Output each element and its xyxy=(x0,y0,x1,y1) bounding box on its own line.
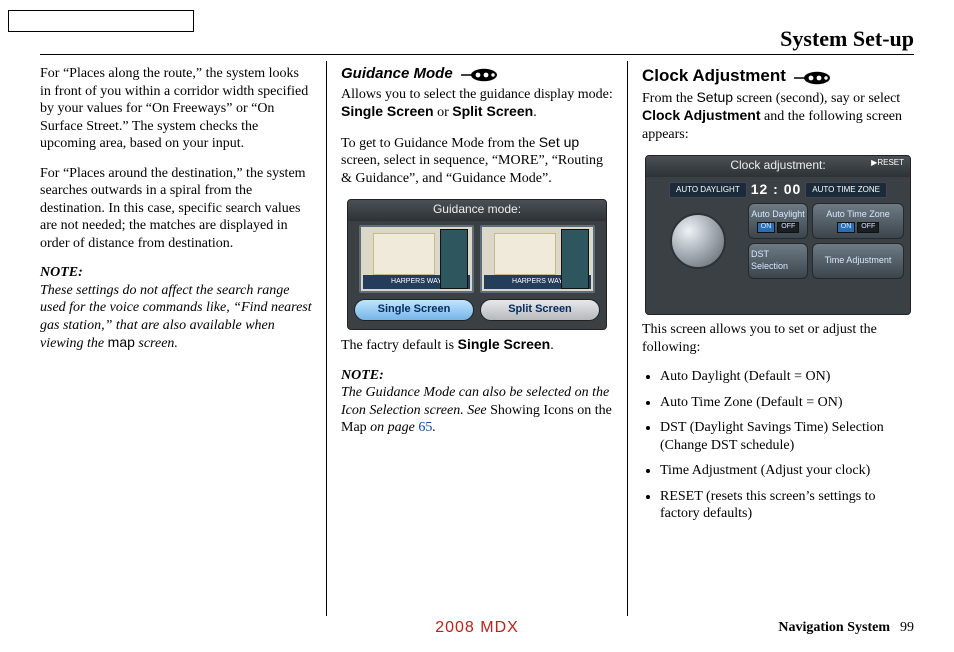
content-columns: For “Places along the route,” the system… xyxy=(40,61,914,616)
split-screen-button[interactable]: Split Screen xyxy=(480,299,600,321)
list-item: DST (Daylight Savings Time) Selection (C… xyxy=(660,419,914,454)
list-item: Auto Daylight (Default = ON) xyxy=(660,368,914,386)
footer-right: Navigation System99 xyxy=(778,620,914,636)
column-3: Clock Adjustment From the Setup screen (… xyxy=(628,61,914,616)
note-heading: NOTE: xyxy=(40,264,312,282)
auto-time-zone-button[interactable]: Auto Time Zone ONOFF xyxy=(812,203,904,239)
screenshot-title: Guidance mode: xyxy=(348,200,606,221)
guidance-mode-heading-row: Guidance Mode xyxy=(341,65,613,84)
single-screen-button[interactable]: Single Screen xyxy=(354,299,474,321)
auto-daylight-button[interactable]: Auto Daylight ONOFF xyxy=(748,203,808,239)
note-body: The Guidance Mode can also be selected o… xyxy=(341,384,613,437)
dst-selection-button[interactable]: DST Selection xyxy=(748,243,808,279)
note-body: These settings do not affect the search … xyxy=(40,282,312,353)
paragraph: Allows you to select the guidance displa… xyxy=(341,86,613,122)
paragraph: The factry default is Single Screen. xyxy=(341,336,613,355)
map-thumb-split: HARPERS WAY xyxy=(480,225,595,293)
column-2: Guidance Mode Allows you to select the g… xyxy=(326,61,628,616)
guidance-mode-heading: Guidance Mode xyxy=(341,65,453,84)
map-thumb-single: HARPERS WAY xyxy=(359,225,474,293)
paragraph: To get to Guidance Mode from the Set up … xyxy=(341,134,613,188)
paragraph: This screen allows you to set or adjust … xyxy=(642,321,914,356)
time-adjustment-button[interactable]: Time Adjustment xyxy=(812,243,904,279)
auto-daylight-tag: AUTO DAYLIGHT xyxy=(669,182,747,198)
clock-options-list: Auto Daylight (Default = ON) Auto Time Z… xyxy=(642,368,914,523)
note-heading: NOTE: xyxy=(341,367,613,385)
title-rule xyxy=(40,54,914,55)
paragraph: For “Places along the route,” the system… xyxy=(40,65,312,153)
guidance-mode-screenshot: Guidance mode: HARPERS WAY HARPERS WAY S… xyxy=(347,199,607,330)
model-year: 2008 MDX xyxy=(435,619,519,637)
clock-time: 12 : 00 xyxy=(751,181,802,199)
paragraph: For “Places around the destination,” the… xyxy=(40,165,312,253)
reset-label[interactable]: ▶RESET xyxy=(871,158,904,168)
voice-command-icon xyxy=(793,71,831,85)
list-item: Auto Time Zone (Default = ON) xyxy=(660,394,914,412)
auto-time-zone-tag: AUTO TIME ZONE xyxy=(805,182,887,198)
center-dial[interactable] xyxy=(670,213,726,269)
list-item: Time Adjustment (Adjust your clock) xyxy=(660,462,914,480)
screenshot-title: Clock adjustment: ▶RESET xyxy=(646,156,910,177)
clock-adjustment-heading: Clock Adjustment xyxy=(642,65,786,86)
top-empty-box xyxy=(8,10,194,32)
list-item: RESET (resets this screen’s settings to … xyxy=(660,488,914,523)
clock-adjustment-screenshot: Clock adjustment: ▶RESET AUTO DAYLIGHT 1… xyxy=(645,155,911,315)
voice-command-icon xyxy=(460,68,498,82)
paragraph: From the Setup screen (second), say or s… xyxy=(642,89,914,144)
column-1: For “Places along the route,” the system… xyxy=(40,61,326,616)
clock-adjustment-heading-row: Clock Adjustment xyxy=(642,65,914,87)
